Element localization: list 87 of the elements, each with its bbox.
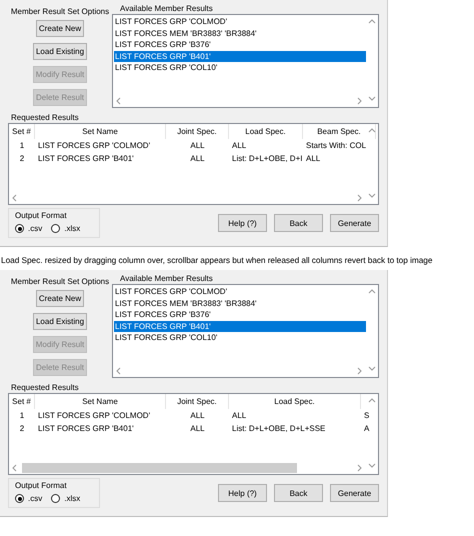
radio-label: .xlsx (64, 494, 80, 503)
results-list[interactable]: LIST FORCES GRP 'COLMOD' LIST FORCES MEM 'BR3883' 'BR3884' LIST FORCES GRP 'B376' LIST FORCES GRP 'B401' LIST FORCES GRP 'COL10' (112, 284, 379, 378)
action-button[interactable]: Generate (330, 214, 379, 232)
table-cell-text: ALL (189, 153, 206, 165)
table-cell-text: ALL (189, 140, 206, 152)
action-button[interactable]: Generate (330, 484, 379, 502)
option-button[interactable]: Load Existing (32, 43, 88, 60)
list-item[interactable]: LIST FORCES GRP 'COLMOD' (114, 286, 366, 298)
scroll-up-icon[interactable] (368, 288, 376, 296)
action-button[interactable]: Help (?) (218, 214, 267, 232)
scroll-up-icon[interactable] (368, 127, 376, 135)
action-button[interactable]: Back (274, 484, 323, 502)
scroll-right-icon[interactable] (356, 97, 364, 105)
table-cell-text: List: D+L+OBE, D+L+SSE (231, 423, 326, 435)
radio-label: .xlsx (64, 224, 80, 233)
column-header[interactable]: Joint Spec. (166, 124, 229, 139)
table-cell-text: LIST FORCES GRP 'B401' (37, 423, 135, 435)
table-cell-text: LIST FORCES GRP 'COLMOD' (37, 140, 152, 152)
column-header[interactable]: Load Spec. (229, 394, 361, 409)
scroll-down-icon[interactable] (368, 462, 376, 470)
results-list[interactable]: LIST FORCES GRP 'COLMOD' LIST FORCES MEM 'BR3883' 'BR3884' LIST FORCES GRP 'B376' LIST FORCES GRP 'B401' LIST FORCES GRP 'COL10' (112, 14, 379, 108)
scroll-left-icon[interactable] (11, 194, 19, 202)
caption-text: Load Spec. resized by dragging column over, scrollbar appears but when released all columns revert back to top image (1, 255, 432, 265)
table-cell-text: ALL (189, 423, 206, 435)
list-item[interactable]: LIST FORCES GRP 'B376' (114, 39, 366, 50)
option-button[interactable]: Create New (36, 20, 84, 37)
radio-label: .csv (28, 224, 42, 233)
table-cell-text: ALL (189, 410, 206, 422)
table-cell-text: S (363, 410, 370, 422)
list-item[interactable]: LIST FORCES MEM 'BR3883' 'BR3884' (114, 298, 366, 309)
radio-button[interactable] (15, 494, 24, 503)
group-label: Output Format (15, 211, 68, 222)
group-label: Available Member Results (119, 3, 214, 14)
list-item[interactable]: LIST FORCES GRP 'B376' (114, 309, 366, 320)
table-cell-text: 1 (18, 140, 26, 152)
action-button[interactable]: Back (274, 214, 323, 232)
column-header[interactable]: Beam Spec. (303, 124, 376, 139)
option-button[interactable]: Create New (36, 290, 84, 307)
group-label: Available Member Results (119, 273, 214, 284)
results-table[interactable]: Set # Set Name Joint Spec. Load Spec. 1 LIST FORCES GRP 'COLMOD' ALL ALL S 2 LIST FORCES GRP 'B401' ALL List: D+L+OBE, D+L+SSE A (8, 393, 379, 475)
radio-button[interactable] (51, 224, 60, 233)
column-header[interactable]: Joint Spec. (166, 394, 229, 409)
column-header[interactable]: Set Name (35, 124, 166, 139)
scroll-down-icon[interactable] (368, 192, 376, 200)
table-cell-text: LIST FORCES GRP 'B401' (37, 153, 135, 165)
table-cell-text: ALL (305, 153, 322, 165)
action-button[interactable]: Help (?) (218, 484, 267, 502)
table-cell-text: ALL (231, 140, 248, 152)
list-item[interactable]: LIST FORCES GRP 'COLMOD' (114, 16, 366, 28)
table-cell-text: 2 (18, 153, 26, 165)
group-label: Member Result Set Options (10, 6, 110, 18)
table-cell-text: 1 (18, 410, 26, 422)
list-item[interactable]: LIST FORCES GRP 'B401' (114, 50, 366, 62)
list-item[interactable]: LIST FORCES GRP 'COL10' (114, 62, 366, 74)
scroll-left-icon[interactable] (115, 367, 123, 375)
option-button[interactable]: Load Existing (32, 313, 88, 330)
scroll-up-icon[interactable] (368, 18, 376, 26)
scroll-left-icon[interactable] (115, 97, 123, 105)
scroll-down-icon[interactable] (368, 95, 376, 103)
column-header[interactable]: Load Spec. (229, 124, 303, 139)
group-label: Output Format (15, 481, 68, 492)
list-item[interactable]: LIST FORCES MEM 'BR3883' 'BR3884' (114, 28, 366, 39)
group-label: Requested Results (10, 382, 80, 393)
column-header[interactable]: Set Name (35, 394, 166, 409)
scroll-up-icon[interactable] (368, 397, 376, 405)
scroll-down-icon[interactable] (368, 365, 376, 373)
table-cell-text: Starts With: COL (305, 140, 368, 152)
radio-label: .csv (28, 494, 42, 503)
table-cell-text: 2 (18, 423, 26, 435)
radio-button[interactable] (15, 224, 24, 233)
table-cell-text: LIST FORCES GRP 'COLMOD' (37, 410, 152, 422)
scroll-right-icon[interactable] (356, 194, 364, 202)
table-cell-text: A (363, 423, 370, 435)
column-header[interactable]: Set # (9, 124, 35, 139)
group-label: Member Result Set Options (10, 276, 110, 288)
list-item[interactable]: LIST FORCES GRP 'COL10' (114, 332, 366, 344)
scroll-right-icon[interactable] (356, 367, 364, 375)
table-cell-text: ALL (231, 410, 248, 422)
radio-button[interactable] (51, 494, 60, 503)
table-cell-text: List: D+L+OBE, D+I (231, 153, 303, 165)
scrollbar-thumb[interactable] (22, 463, 297, 473)
group-label: Requested Results (10, 112, 80, 123)
scroll-right-icon[interactable] (356, 464, 364, 472)
results-table[interactable]: Set # Set Name Joint Spec. Load Spec. Beam Spec. 1 LIST FORCES GRP 'COLMOD' ALL ALL Starts With: COL 2 LIST FORCES GRP 'B401' ALL List: D+L+OBE, D+I ALL (8, 123, 379, 205)
column-header[interactable]: Set # (9, 394, 35, 409)
scroll-left-icon[interactable] (11, 464, 19, 472)
list-item[interactable]: LIST FORCES GRP 'B401' (114, 320, 366, 332)
